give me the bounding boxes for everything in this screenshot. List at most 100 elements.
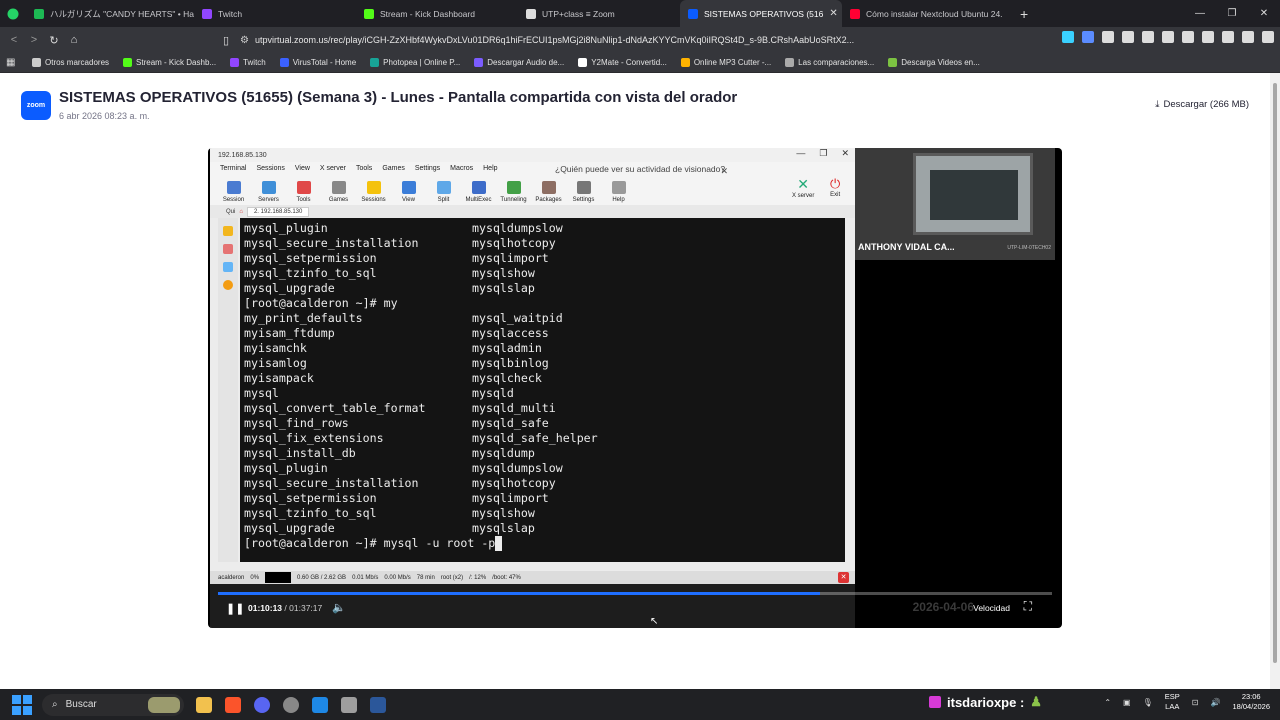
menu-item: Sessions (256, 164, 285, 172)
browser-tab[interactable]: Stream - Kick Dashboard (356, 0, 518, 27)
terminal-col2: mysqld_safe_helper (472, 431, 598, 445)
new-tab-button[interactable]: + (1012, 6, 1036, 22)
music-icon[interactable] (1162, 31, 1174, 43)
toolbar-button: Settings (566, 174, 601, 205)
progress-bar[interactable] (218, 592, 1052, 595)
word-icon[interactable] (370, 696, 386, 713)
toolbar-button: MultiExec (461, 174, 496, 205)
minimize-icon[interactable]: — (1184, 0, 1216, 27)
toolbar-label: Settings (572, 197, 595, 203)
time-total-sep: / (284, 603, 287, 613)
forward-icon[interactable]: > (24, 34, 44, 46)
extension-icon[interactable] (1102, 31, 1114, 43)
browser-tab[interactable]: ハルガリズム "CANDY HEARTS" • Ha (26, 0, 194, 27)
bookmark-item[interactable]: Y2Mate - Convertid... (574, 58, 671, 67)
app-icon[interactable] (312, 696, 328, 713)
pause-icon[interactable]: ❚❚ (226, 602, 244, 615)
terminal-col2: mysqldumpslow (472, 221, 563, 235)
clock[interactable]: 23:06 18/04/2026 (1232, 692, 1270, 712)
language-indicator[interactable]: ESP LAA (1165, 692, 1180, 712)
extension-icon[interactable] (1062, 31, 1074, 43)
bookmark-icon[interactable]: ▯ (216, 34, 236, 47)
browser-tab[interactable]: Twitch (194, 0, 356, 27)
bookmark-favicon-icon (680, 58, 690, 67)
shield-icon[interactable] (1242, 31, 1254, 43)
browser-tab[interactable]: UTP+class ≡ Zoom (518, 0, 680, 27)
reload-icon[interactable]: ↻ (44, 34, 64, 47)
url-text: utpvirtual.zoom.us/rec/play/iCGH-ZzXHbf4… (254, 35, 855, 45)
bookmark-label: Descarga Videos en... (901, 58, 980, 67)
obs-icon[interactable] (283, 696, 299, 713)
bookmark-item[interactable]: Descargar Audio de... (470, 58, 568, 67)
download-button[interactable]: ⤓ Descargar (266 MB) (1155, 99, 1249, 110)
terminal-col1: my_print_defaults (244, 311, 363, 325)
x-icon: ✕ (797, 176, 810, 192)
xserver-label: X server (792, 193, 815, 199)
maximize-icon[interactable]: ❐ (1216, 0, 1248, 27)
toolbar-button: Tunneling (496, 174, 531, 205)
browser-tab[interactable]: Cómo instalar Nextcloud Ubuntu 24. (842, 0, 1012, 27)
bookmark-item[interactable]: VirusTotal - Home (276, 58, 360, 67)
whatsapp-tab[interactable] (0, 0, 26, 27)
speaker-video: ANTHONY VIDAL CA... UTP-LIM-0TECH02 (855, 148, 1055, 260)
terminal-line: mysql_upgrade mysqlslap (244, 521, 845, 536)
system-tray: ⌃ ▣ 🎙 ESP LAA ⊡ 🔊 23:06 18/04/2026 (1104, 692, 1270, 712)
bookmark-item[interactable]: Photopea | Online P... (366, 58, 464, 67)
bookmark-item[interactable]: Stream - Kick Dashb... (119, 58, 220, 67)
toolbar-icon (401, 181, 416, 194)
sidebar-icon[interactable] (1182, 31, 1194, 43)
terminal-col2: mysqlimport (472, 251, 549, 265)
home-icon[interactable]: ⌂ (64, 34, 84, 46)
terminal-col1: myisampack (244, 371, 314, 385)
file-explorer-icon[interactable] (196, 696, 212, 713)
bookmarks-bar: ▦ Otros marcadores Stream - Kick Dashb...… (0, 53, 1280, 73)
mobaxterm-menu: Terminal Sessions View X server Tools Games Se… (210, 162, 855, 174)
live-widget[interactable]: itsdarioxpe : ♟ (929, 694, 1042, 710)
back-icon[interactable]: < (4, 34, 24, 46)
bookmark-item[interactable]: Twitch (226, 58, 270, 67)
video-player[interactable]: 192.168.85.130 — ❐ ✕ Terminal Sessions View X… (208, 148, 1062, 628)
terminal-col2: mysqlbinlog (472, 356, 549, 370)
terminal-col1: mysql_tzinfo_to_sql (244, 266, 377, 280)
extension-icon[interactable] (1082, 31, 1094, 43)
ai-icon[interactable] (1222, 31, 1234, 43)
wallet-icon[interactable] (1202, 31, 1214, 43)
game-icon[interactable]: ▣ (1123, 698, 1131, 707)
menu-icon[interactable] (1262, 31, 1274, 43)
speaker-name: ANTHONY VIDAL CA... (858, 242, 955, 252)
volume-icon[interactable]: 🔊 (1210, 698, 1220, 707)
taskbar-search[interactable]: ⌕ Buscar (42, 693, 184, 716)
browser-tab[interactable]: SISTEMAS OPERATIVOS (516 ✕ (680, 0, 842, 27)
volume-icon[interactable]: 🔈 (332, 601, 346, 614)
start-button[interactable] (12, 694, 32, 715)
discord-icon[interactable] (254, 696, 270, 713)
terminal-line: mysql_install_db mysqldump (244, 446, 845, 461)
app-icon[interactable] (341, 696, 357, 713)
toolbar-icon (471, 181, 486, 194)
tab-favicon-icon (688, 8, 698, 19)
toolbar-label: MultiExec (465, 197, 492, 203)
speed-button[interactable]: Velocidad (973, 603, 1010, 613)
apps-grid-icon[interactable]: ▦ (6, 57, 24, 68)
close-window-icon[interactable]: ✕ (1248, 0, 1280, 27)
bookmark-item[interactable]: Descarga Videos en... (884, 58, 984, 67)
tab-favicon-icon (202, 8, 212, 19)
terminal-line: mysql_tzinfo_to_sql mysqlshow (244, 506, 845, 521)
extension-icon[interactable] (1142, 31, 1154, 43)
page-scrollbar[interactable] (1270, 73, 1280, 689)
terminal-col1: mysql_convert_table_format (244, 401, 426, 415)
terminal-line: myisamchk mysqladmin (244, 341, 845, 356)
fullscreen-icon[interactable]: ⛶ (1024, 599, 1032, 614)
chevron-up-icon[interactable]: ⌃ (1104, 698, 1111, 707)
bookmark-item[interactable]: Otros marcadores (28, 58, 113, 67)
brave-icon[interactable] (225, 696, 241, 713)
close-tab-icon[interactable]: ✕ (829, 8, 837, 19)
mic-icon[interactable]: 🎙 (1143, 698, 1153, 707)
toolbar-label: Packages (535, 197, 562, 203)
puzzle-icon[interactable] (1122, 31, 1134, 43)
address-bar[interactable]: ⚙ utpvirtual.zoom.us/rec/play/iCGH-ZzXHb… (240, 30, 950, 50)
network-icon[interactable]: ⊡ (1192, 698, 1199, 707)
site-info-icon[interactable]: ⚙ (240, 35, 249, 46)
bookmark-item[interactable]: Las comparaciones... (781, 58, 878, 67)
bookmark-item[interactable]: Online MP3 Cutter -... (677, 58, 775, 67)
